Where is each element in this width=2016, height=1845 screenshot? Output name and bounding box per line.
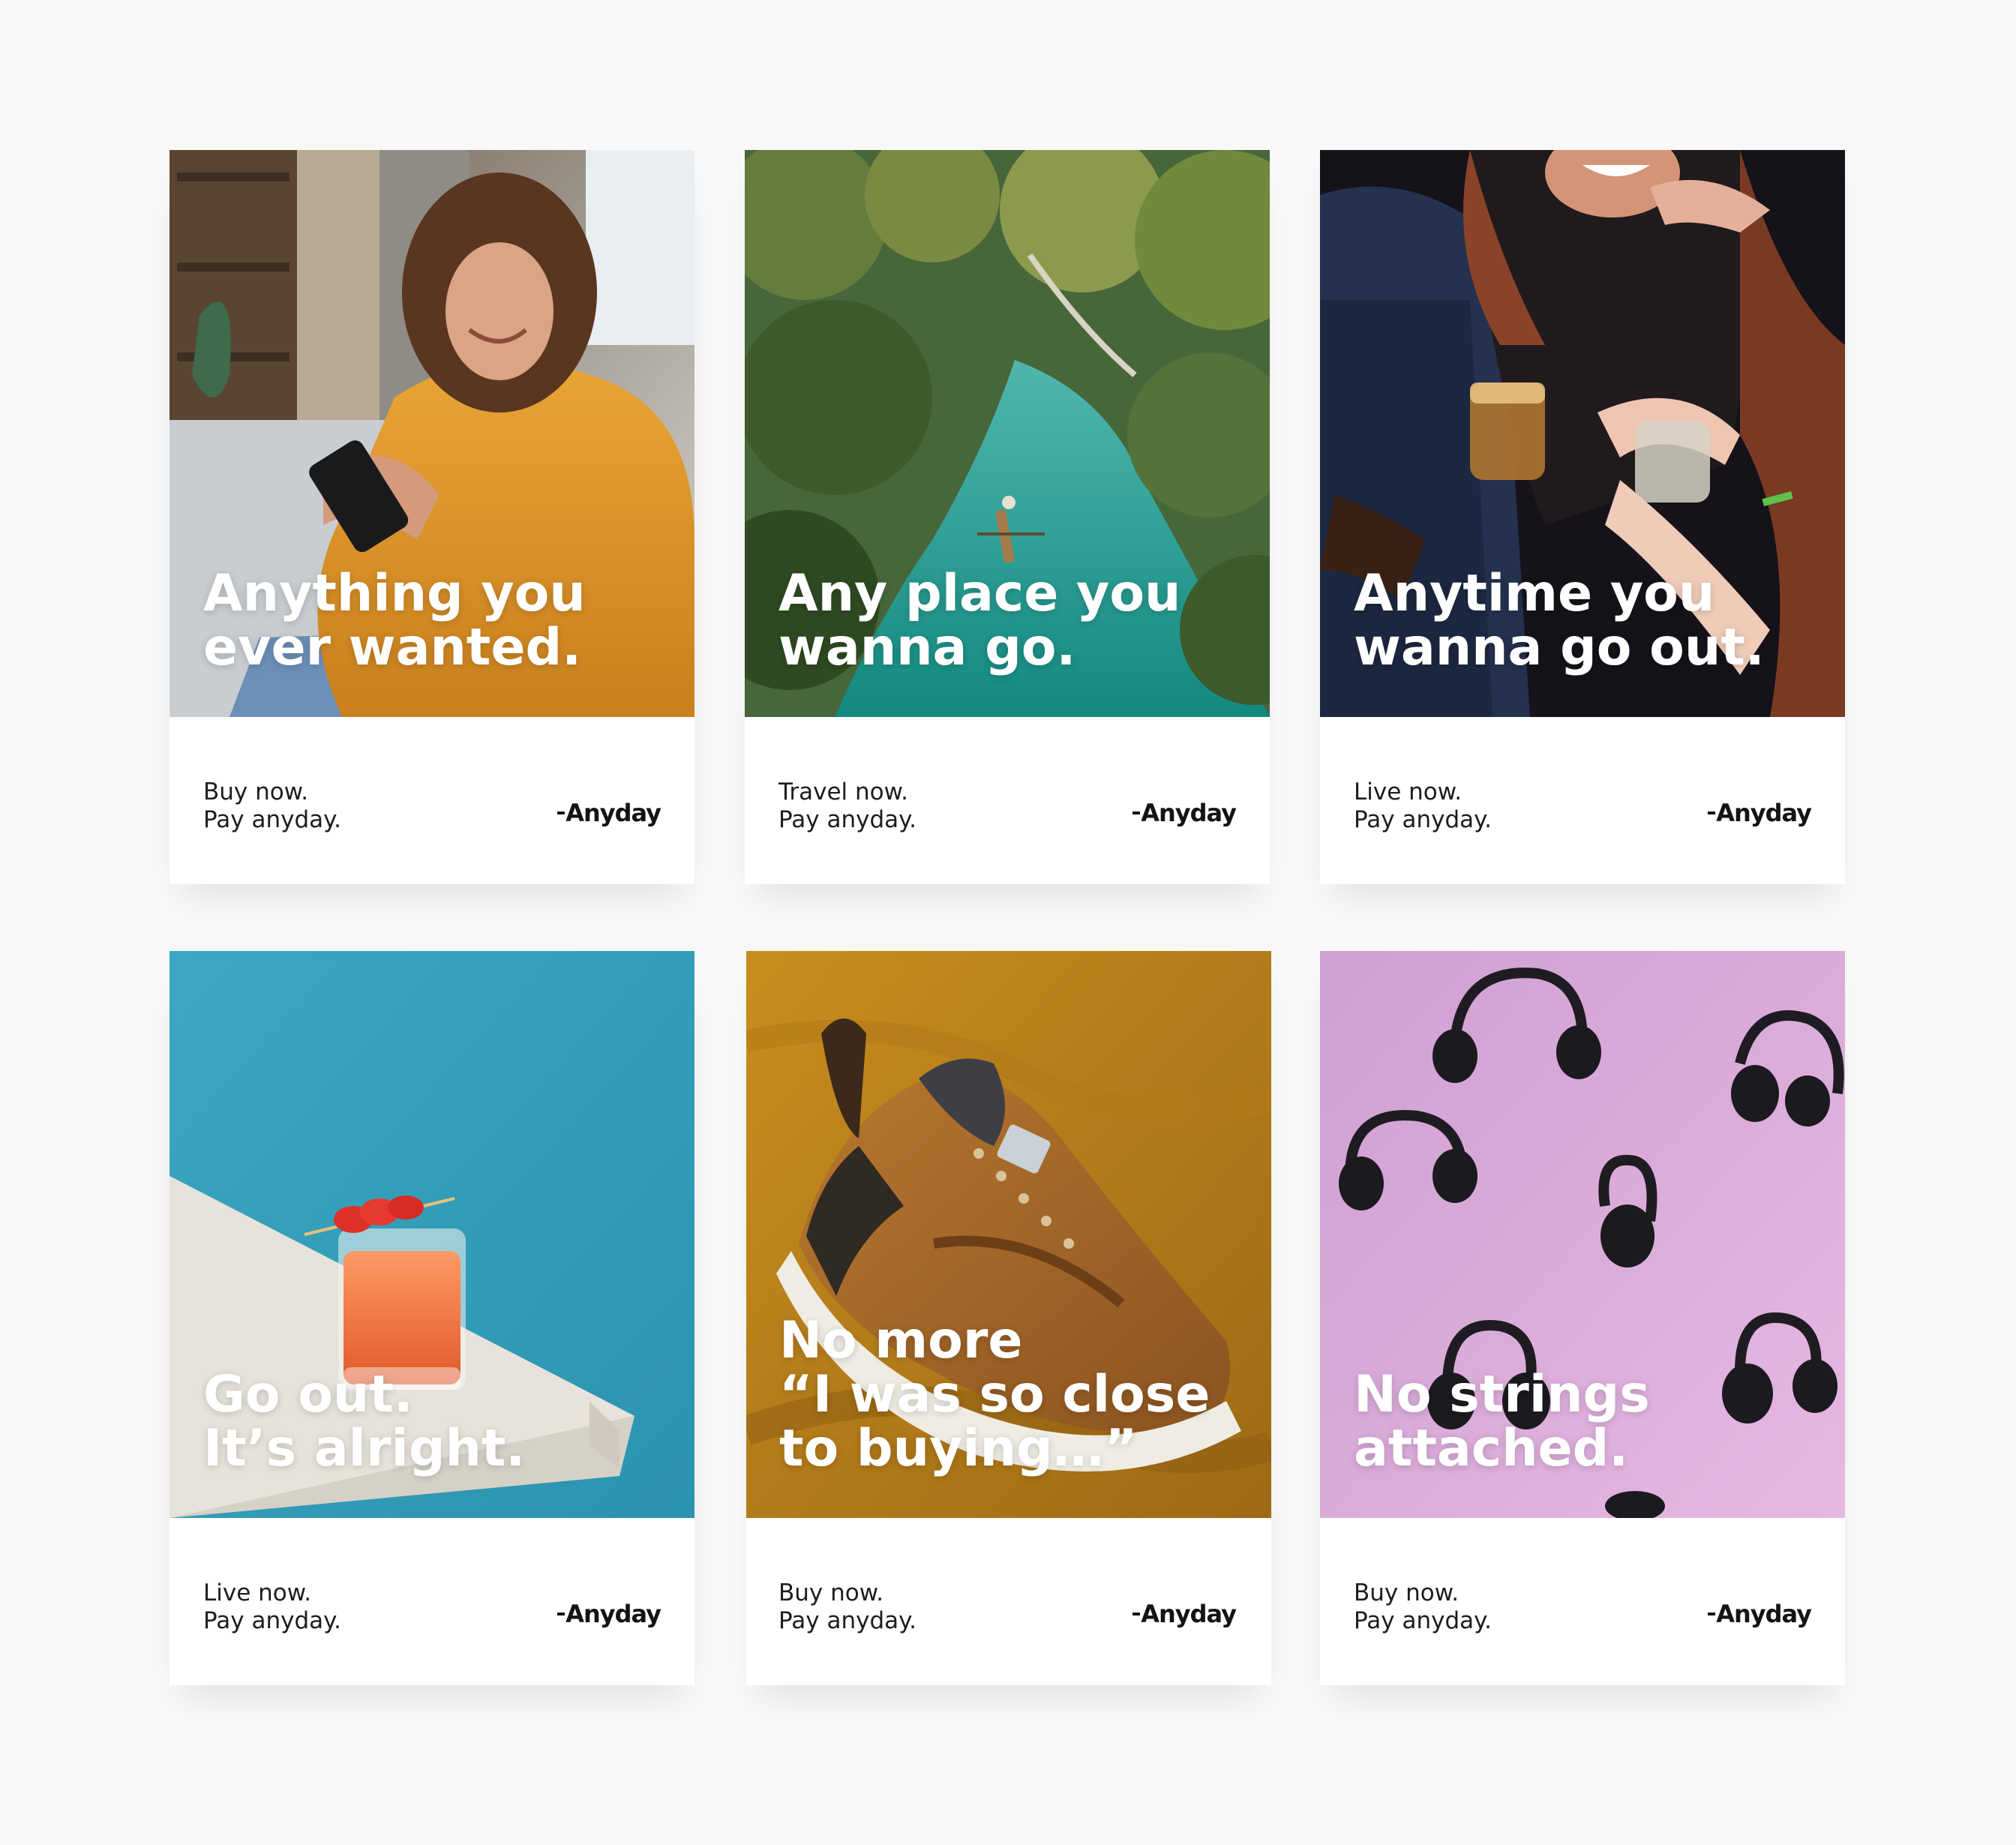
logo-dash-icon [1132, 1612, 1141, 1616]
logo-dash-icon [1708, 812, 1716, 814]
anyday-logo: Anyday [557, 1599, 662, 1629]
card-3-photo: Anytime you wanna go out. [1320, 150, 1845, 717]
card-6-tagline-line-2: Pay anyday. [1354, 1607, 1492, 1634]
anyday-logo: Anyday [1708, 798, 1812, 828]
card-5-headline: No more “I was so close to buying…” [779, 1311, 1210, 1478]
card-3-tagline-line-1: Live now. [1354, 778, 1462, 806]
card-2-tagline-line-2: Pay anyday. [778, 806, 916, 833]
card-6-headline: No strings attached. [1354, 1365, 1650, 1478]
anyday-logo: Anyday [1708, 1599, 1812, 1629]
ad-card-3: Anytime you wanna go out. Live now. Pay … [1320, 150, 1845, 884]
card-1-tagline-line-1: Buy now. [203, 778, 309, 806]
card-2-tagline: Travel now. Pay anyday. [778, 778, 916, 834]
card-3-tagline-line-2: Pay anyday. [1354, 806, 1492, 833]
anyday-logo: Anyday [1132, 798, 1237, 828]
anyday-logo: Anyday [557, 798, 662, 828]
card-4-headline: Go out. It’s alright. [203, 1365, 526, 1478]
logo-dash-icon [557, 812, 566, 814]
card-5-photo: No more “I was so close to buying…” [746, 951, 1271, 1518]
anyday-logo: Anyday [1132, 1599, 1237, 1629]
card-4-tagline-line-1: Live now. [203, 1580, 312, 1606]
card-4-photo: Go out. It’s alright. [170, 951, 694, 1518]
logo-dash-icon [1132, 812, 1141, 814]
ad-card-4: Go out. It’s alright. Live now. Pay anyd… [170, 951, 694, 1685]
card-3-tagline: Live now. Pay anyday. [1354, 778, 1492, 834]
card-2-headline: Any place you wanna go. [778, 564, 1181, 677]
card-3-headline: Anytime you wanna go out. [1354, 564, 1765, 677]
card-6-photo: No strings attached. [1320, 951, 1845, 1518]
card-5-tagline-line-1: Buy now. [778, 1580, 884, 1606]
logo-dash-icon [1708, 1612, 1716, 1616]
ad-card-5: No more “I was so close to buying…” Buy … [746, 951, 1271, 1685]
ad-card-1: Anything you ever wanted. Buy now. Pay a… [170, 150, 694, 884]
card-2-photo: Any place you wanna go. [745, 150, 1270, 717]
ad-card-6: No strings attached. Buy now. Pay anyday… [1320, 951, 1845, 1685]
card-1-tagline: Buy now. Pay anyday. [203, 778, 341, 834]
card-2-tagline-line-1: Travel now. [778, 778, 908, 806]
card-1-headline: Anything you ever wanted. [203, 564, 586, 677]
card-6-tagline: Buy now. Pay anyday. [1354, 1580, 1492, 1635]
card-4-tagline-line-2: Pay anyday. [203, 1607, 341, 1634]
card-4-tagline: Live now. Pay anyday. [203, 1580, 341, 1635]
card-6-tagline-line-1: Buy now. [1354, 1580, 1460, 1606]
ad-card-2: Any place you wanna go. Travel now. Pay … [745, 150, 1270, 884]
logo-dash-icon [557, 1612, 566, 1616]
card-5-tagline: Buy now. Pay anyday. [778, 1580, 916, 1635]
card-1-photo: Anything you ever wanted. [170, 150, 694, 717]
card-5-tagline-line-2: Pay anyday. [778, 1607, 916, 1634]
card-1-tagline-line-2: Pay anyday. [203, 806, 341, 833]
